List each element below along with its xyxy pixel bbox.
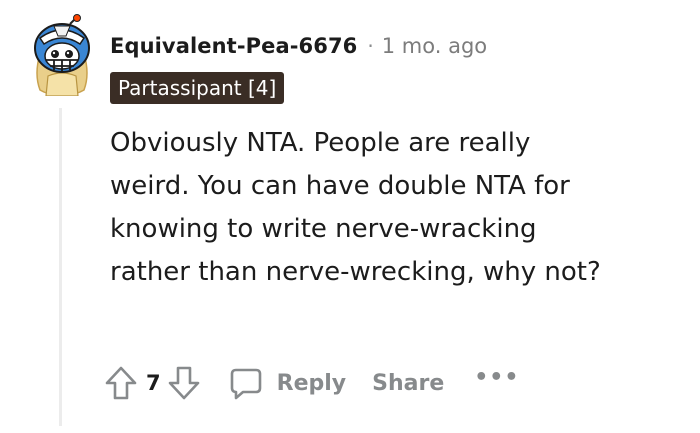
comment-meta: Equivalent-Pea-6676 · 1 mo. ago: [110, 30, 487, 62]
downvote-button[interactable]: [167, 365, 201, 401]
reply-button[interactable]: Reply: [229, 366, 347, 400]
speech-bubble-icon: [230, 368, 261, 400]
reply-label: Reply: [276, 370, 347, 396]
thread-line[interactable]: [59, 108, 62, 426]
avatar[interactable]: [30, 14, 94, 97]
meta-separator: ·: [367, 34, 374, 58]
comment-actions: 7 Reply Share •••: [104, 360, 519, 406]
more-options-button[interactable]: •••: [474, 365, 519, 390]
upvote-arrow-icon: [105, 366, 137, 400]
snoo-avatar-icon: [34, 14, 90, 97]
author-name[interactable]: Equivalent-Pea-6676: [110, 34, 357, 58]
share-button[interactable]: Share: [372, 371, 444, 396]
upvote-button[interactable]: [104, 365, 138, 401]
comment-body: Obviously NTA. People are really weird. …: [110, 128, 601, 287]
user-flair: Partassipant [4]: [110, 72, 285, 104]
timestamp[interactable]: 1 mo. ago: [382, 34, 487, 58]
vote-count: 7: [146, 371, 161, 395]
downvote-arrow-icon: [168, 366, 199, 400]
